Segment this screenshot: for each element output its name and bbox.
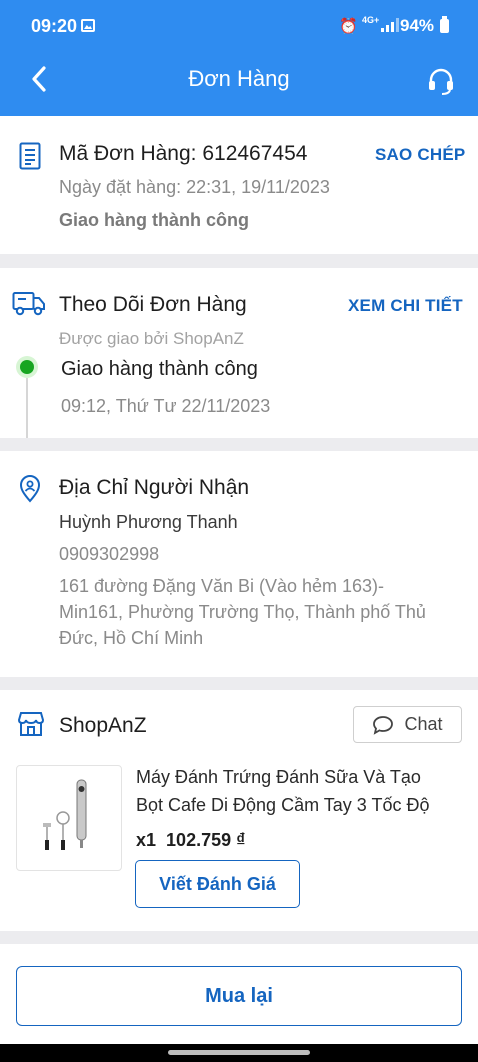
recipient-name: Huỳnh Phương Thanh	[59, 512, 238, 532]
write-review-button[interactable]: Viết Đánh Giá	[135, 860, 300, 908]
chat-bubble-icon	[373, 715, 394, 735]
tracking-event-status: Giao hàng thành công	[61, 358, 258, 380]
system-nav-bar	[0, 1044, 478, 1062]
order-date: Ngày đặt hàng: 22:31, 19/11/2023	[59, 177, 330, 197]
shop-name: ShopAnZ	[59, 714, 147, 737]
receipt-icon	[18, 141, 42, 171]
tracking-event-time: 09:12, Thứ Tư 22/11/2023	[61, 396, 271, 416]
app-header: Đơn Hàng	[0, 52, 478, 116]
product-quantity: x1	[136, 830, 157, 850]
page-title: Đơn Hàng	[188, 66, 290, 91]
address-line-2: Min161, Phường Trường Thọ, Thành phố Thủ	[59, 602, 426, 622]
tracking-title: Theo Dõi Đơn Hàng	[59, 293, 247, 316]
support-button[interactable]	[424, 64, 458, 98]
order-code: Mã Đơn Hàng: 612467454	[59, 142, 308, 165]
address-line-1: 161 đường Đặng Văn Bi (Vào hẻm 163)-	[59, 576, 385, 596]
address-line-3: Đức, Hồ Chí Minh	[59, 628, 204, 648]
store-icon	[17, 710, 45, 738]
chat-button[interactable]: Chat	[353, 706, 462, 743]
timeline-dot	[16, 356, 38, 378]
signal-icon	[381, 18, 399, 32]
timeline-line	[26, 378, 28, 438]
tracking-card: Theo Dõi Đơn Hàng XEM CHI TIẾT Được giao…	[0, 268, 478, 438]
network-type: 4G+	[362, 15, 380, 25]
gallery-icon	[81, 19, 95, 32]
recipient-address-card: Địa Chỉ Người Nhận Huỳnh Phương Thanh 09…	[0, 451, 478, 677]
order-info-card: Mã Đơn Hàng: 612467454 SAO CHÉP Ngày đặt…	[0, 116, 478, 254]
product-price: 102.759 ₫	[166, 830, 246, 850]
home-gesture-handle[interactable]	[168, 1050, 310, 1055]
address-title: Địa Chỉ Người Nhận	[59, 476, 250, 499]
alarm-icon: ⏰	[339, 18, 358, 35]
chat-label: Chat	[404, 714, 443, 734]
bottom-action-bar: Mua lại	[0, 944, 478, 1044]
delivery-truck-icon	[12, 290, 46, 318]
shop-product-card: ShopAnZ Chat Máy Đánh Trứng Đánh Sữa Và …	[0, 690, 478, 931]
rebuy-button[interactable]: Mua lại	[16, 966, 462, 1026]
carrier-label: Được giao bởi ShopAnZ	[59, 329, 244, 348]
location-pin-icon	[18, 474, 42, 504]
status-time: 09:20	[31, 16, 78, 36]
product-qty-price: x1 102.759 ₫	[136, 830, 245, 851]
recipient-phone: 0909302998	[59, 544, 160, 564]
product-image[interactable]	[16, 765, 122, 871]
status-bar: 09:20 ⏰ 4G+ 94%	[0, 0, 478, 52]
battery-icon	[440, 16, 449, 33]
copy-button[interactable]: SAO CHÉP	[375, 145, 465, 165]
battery-percent: 94%	[400, 16, 435, 35]
top-bar: 09:20 ⏰ 4G+ 94% Đơn Hàng	[0, 0, 478, 116]
headset-icon	[429, 68, 453, 95]
product-name-line-1: Máy Đánh Trứng Đánh Sữa Và Tạo	[136, 767, 421, 787]
order-status: Giao hàng thành công	[59, 210, 249, 230]
product-name-line-2: Bọt Cafe Di Động Cầm Tay 3 Tốc Độ	[136, 795, 430, 815]
view-details-button[interactable]: XEM CHI TIẾT	[348, 296, 463, 316]
